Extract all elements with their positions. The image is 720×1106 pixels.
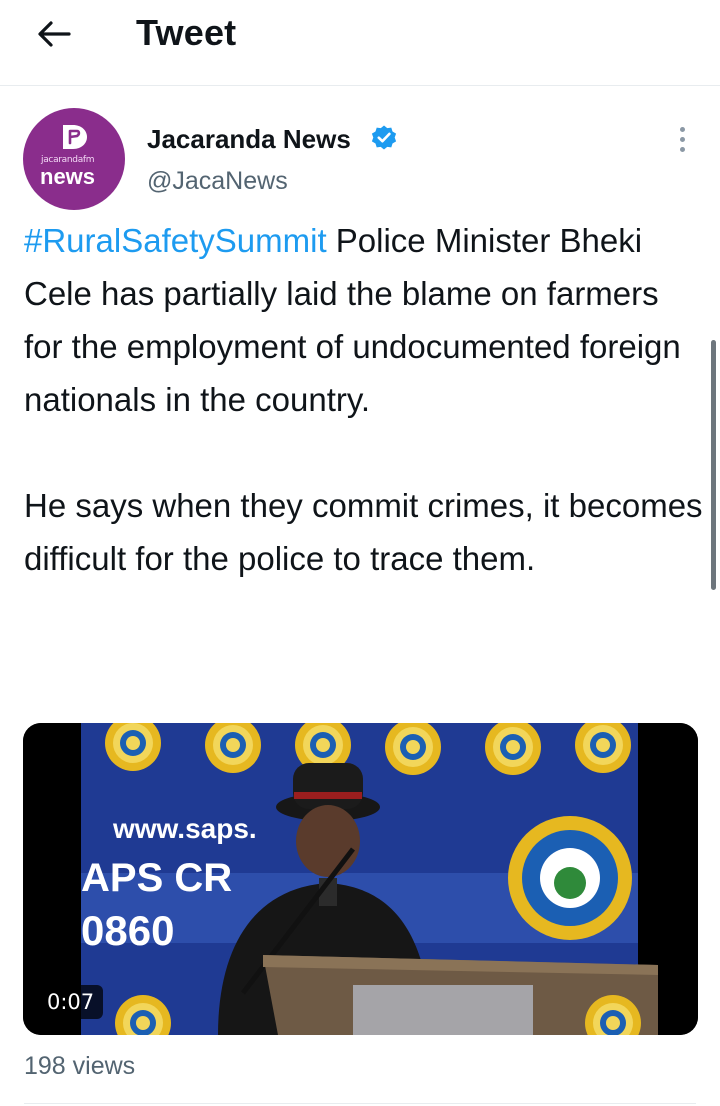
- video-thumbnail: www.saps. APS CR 0860: [23, 723, 698, 1035]
- top-bar: Tweet: [0, 0, 720, 86]
- avatar-brand-news: news: [40, 164, 96, 189]
- page-title: Tweet: [136, 12, 237, 53]
- tweet-paragraph: #RuralSafetySummit Police Minister Bheki…: [24, 214, 704, 426]
- video-duration: 0:07: [38, 985, 104, 1019]
- avatar[interactable]: jacarandafm news: [23, 108, 125, 210]
- hashtag-link[interactable]: #RuralSafetySummit: [24, 222, 327, 259]
- more-dot: [679, 146, 685, 152]
- back-button[interactable]: [30, 14, 78, 54]
- author-name[interactable]: Jacaranda News: [147, 124, 351, 155]
- view-count: 198 views: [24, 1052, 136, 1080]
- arrow-left-icon: [38, 21, 71, 47]
- more-dot: [679, 136, 685, 142]
- jacaranda-logo-icon: [63, 125, 87, 149]
- divider: [24, 1103, 696, 1104]
- backdrop-text: www.saps.: [112, 813, 257, 844]
- more-dot: [679, 126, 685, 132]
- backdrop-text: 0860: [81, 907, 174, 954]
- tweet-text: #RuralSafetySummit Police Minister Bheki…: [24, 214, 704, 585]
- tweet-paragraph: He says when they commit crimes, it beco…: [24, 487, 703, 577]
- backdrop-text: APS CR: [81, 856, 232, 900]
- more-options-button[interactable]: [668, 122, 696, 156]
- verified-badge-icon: [371, 125, 397, 150]
- author-handle[interactable]: @JacaNews: [147, 167, 288, 196]
- video-player[interactable]: www.saps. APS CR 0860: [23, 723, 698, 1035]
- scrollbar[interactable]: [711, 340, 716, 590]
